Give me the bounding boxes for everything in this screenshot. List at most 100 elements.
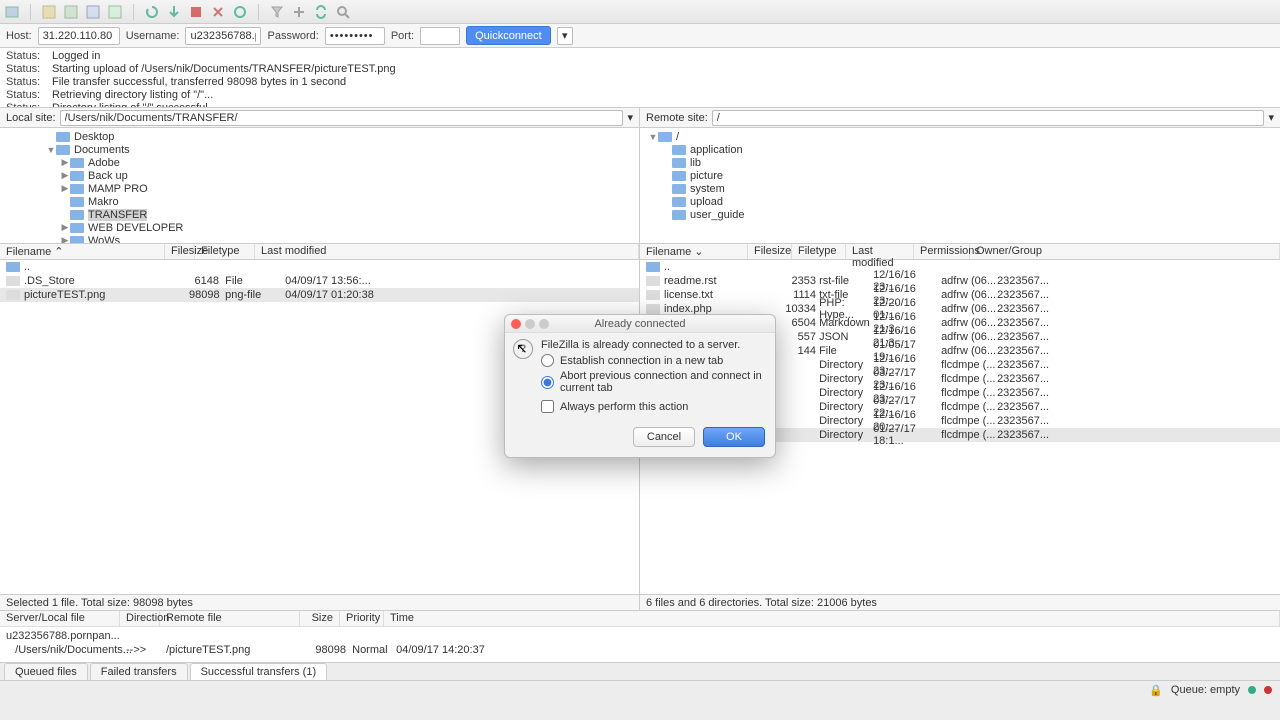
tree-item[interactable]: ▶ WoWs <box>0 234 639 243</box>
host-input[interactable] <box>38 27 120 45</box>
username-input[interactable] <box>185 27 261 45</box>
toggle-remote-tree-icon[interactable] <box>85 4 101 20</box>
ok-button[interactable]: OK <box>703 427 765 447</box>
filter-icon[interactable] <box>269 4 285 20</box>
refresh-icon[interactable] <box>144 4 160 20</box>
tree-item[interactable]: ▼Documents <box>0 143 639 156</box>
file-row[interactable]: .DS_Store6148 File04/09/17 13:56:... <box>0 274 639 288</box>
tree-item[interactable]: TRANSFER <box>0 208 639 221</box>
file-row[interactable]: readme.rst2353 rst-file12/16/16 23:...ad… <box>640 274 1280 288</box>
local-site-dropdown[interactable]: ▾ <box>627 111 633 124</box>
expand-arrow-icon[interactable]: ▶ <box>60 170 70 181</box>
queue-status: Queue: empty <box>1171 684 1240 696</box>
port-input[interactable] <box>420 27 460 45</box>
cancel-icon[interactable] <box>188 4 204 20</box>
toggle-queue-icon[interactable] <box>107 4 123 20</box>
dialog-titlebar[interactable]: Already connected <box>505 315 775 333</box>
remote-col-modified[interactable]: Last modified <box>846 244 914 259</box>
remote-selection-status: 6 files and 6 directories. Total size: 2… <box>640 595 1280 610</box>
queue-col-priority[interactable]: Priority <box>340 611 384 626</box>
password-input[interactable] <box>325 27 385 45</box>
remote-col-owner[interactable]: Owner/Group <box>970 244 1280 259</box>
port-label: Port: <box>391 30 414 42</box>
tab-successful-transfers[interactable]: Successful transfers (1) <box>190 663 328 680</box>
tree-item[interactable]: ▶Adobe <box>0 156 639 169</box>
remote-site-dropdown[interactable]: ▾ <box>1268 111 1274 124</box>
local-col-filename[interactable]: Filename ⌃ <box>0 244 165 259</box>
queue-header: Server/Local file Direction Remote file … <box>0 611 1280 627</box>
remote-col-filename[interactable]: Filename ⌄ <box>640 244 748 259</box>
local-site-input[interactable] <box>60 110 624 126</box>
remote-col-filesize[interactable]: Filesize <box>748 244 792 259</box>
local-col-filesize[interactable]: Filesize <box>165 244 195 259</box>
tree-item[interactable]: ▶WEB DEVELOPER <box>0 221 639 234</box>
dialog-message: FileZilla is already connected to a serv… <box>541 339 765 351</box>
radio-abort-current[interactable]: Abort previous connection and connect in… <box>541 370 765 394</box>
folder-icon <box>70 158 84 168</box>
queue-col-direction[interactable]: Direction <box>120 611 160 626</box>
radio-new-tab[interactable]: Establish connection in a new tab <box>541 354 765 367</box>
tree-item[interactable]: ▼/ <box>640 130 1280 143</box>
toggle-local-tree-icon[interactable] <box>63 4 79 20</box>
tree-item[interactable]: ▶MAMP PRO <box>0 182 639 195</box>
file-row[interactable]: license.txt1114 txt-file12/16/16 23:...a… <box>640 288 1280 302</box>
tree-item[interactable]: picture <box>640 169 1280 182</box>
queue-col-remote[interactable]: Remote file <box>160 611 300 626</box>
remote-col-permissions[interactable]: Permissions <box>914 244 970 259</box>
site-manager-icon[interactable] <box>4 4 20 20</box>
main-toolbar <box>0 0 1280 24</box>
log-message: File transfer successful, transferred 98… <box>52 76 346 89</box>
quickconnect-bar: Host: Username: Password: Port: Quickcon… <box>0 24 1280 48</box>
expand-arrow-icon[interactable]: ▼ <box>648 132 658 142</box>
tab-failed-transfers[interactable]: Failed transfers <box>90 663 188 680</box>
remote-tree[interactable]: ▼/applicationlibpicturesystemuploaduser_… <box>640 128 1280 243</box>
tree-item-label: Makro <box>88 196 119 208</box>
queue-col-time[interactable]: Time <box>384 611 1280 626</box>
remote-site-input[interactable] <box>712 110 1265 126</box>
quickconnect-button[interactable]: Quickconnect <box>466 26 551 45</box>
process-queue-icon[interactable] <box>166 4 182 20</box>
local-col-filetype[interactable]: Filetype <box>195 244 255 259</box>
quickconnect-history-dropdown[interactable]: ▾ <box>557 27 573 45</box>
cancel-button[interactable]: Cancel <box>633 427 695 447</box>
remote-col-filetype[interactable]: Filetype <box>792 244 846 259</box>
tab-queued-files[interactable]: Queued files <box>4 663 88 680</box>
expand-arrow-icon[interactable]: ▶ <box>60 157 70 168</box>
queue-row[interactable]: u232356788.pornpan... <box>0 629 1280 643</box>
transfer-queue[interactable]: u232356788.pornpan... /Users/nik/Documen… <box>0 627 1280 663</box>
compare-icon[interactable] <box>291 4 307 20</box>
search-icon[interactable] <box>335 4 351 20</box>
expand-arrow-icon[interactable]: ▶ <box>60 235 70 243</box>
expand-arrow-icon[interactable]: ▶ <box>60 183 70 194</box>
already-connected-dialog: Already connected ? FileZilla is already… <box>504 314 776 458</box>
reconnect-icon[interactable] <box>232 4 248 20</box>
local-site-label: Local site: <box>6 112 56 124</box>
queue-row[interactable]: /Users/nik/Documents...-->>/pictureTEST.… <box>0 643 1280 657</box>
tree-item-label: WoWs <box>88 235 120 244</box>
queue-col-size[interactable]: Size <box>300 611 340 626</box>
toggle-log-icon[interactable] <box>41 4 57 20</box>
queue-col-server[interactable]: Server/Local file <box>0 611 120 626</box>
tree-item[interactable]: Makro <box>0 195 639 208</box>
local-col-modified[interactable]: Last modified <box>255 244 639 259</box>
close-icon[interactable] <box>511 319 521 329</box>
file-row[interactable]: pictureTEST.png98098 png-file04/09/17 01… <box>0 288 639 302</box>
sync-browse-icon[interactable] <box>313 4 329 20</box>
tree-item[interactable]: lib <box>640 156 1280 169</box>
tree-item[interactable]: upload <box>640 195 1280 208</box>
local-tree[interactable]: Desktop▼Documents▶Adobe▶Back up▶MAMP PRO… <box>0 128 640 243</box>
tree-item[interactable]: user_guide <box>640 208 1280 221</box>
file-row[interactable]: .. <box>640 260 1280 274</box>
folder-icon <box>70 223 84 233</box>
expand-arrow-icon[interactable]: ▼ <box>46 145 56 155</box>
log-message: Logged in <box>52 50 100 63</box>
disconnect-icon[interactable] <box>210 4 226 20</box>
tree-item[interactable]: ▶Back up <box>0 169 639 182</box>
checkbox-always[interactable]: Always perform this action <box>541 400 765 413</box>
file-row[interactable]: .. <box>0 260 639 274</box>
tree-item[interactable]: application <box>640 143 1280 156</box>
tree-item[interactable]: Desktop <box>0 130 639 143</box>
expand-arrow-icon[interactable]: ▶ <box>60 222 70 233</box>
folder-icon <box>70 210 84 220</box>
tree-item[interactable]: system <box>640 182 1280 195</box>
